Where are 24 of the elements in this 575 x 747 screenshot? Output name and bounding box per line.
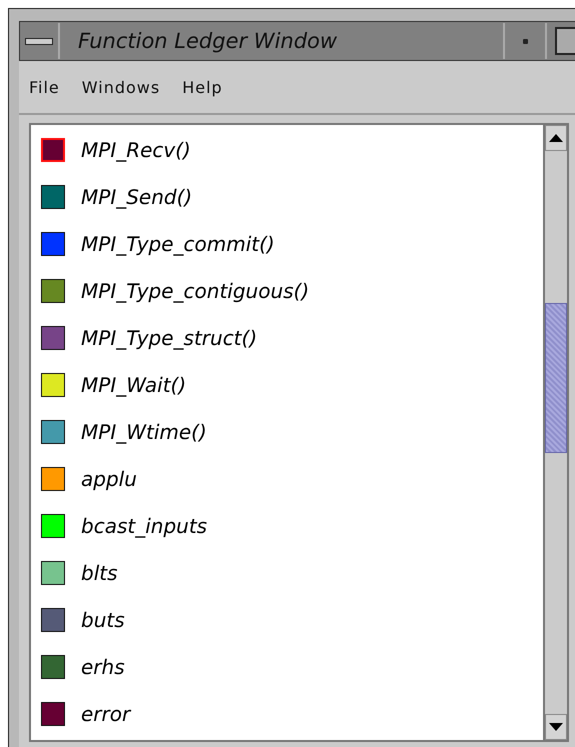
up-arrow-icon (549, 134, 563, 142)
function-item[interactable]: MPI_Type_contiguous() (41, 278, 543, 304)
function-item[interactable]: MPI_Send() (41, 184, 543, 210)
menu-item[interactable]: File (29, 78, 60, 96)
scroll-down-button[interactable] (545, 714, 567, 740)
function-item[interactable]: MPI_Recv() (41, 137, 543, 163)
scrollbar[interactable] (543, 125, 567, 740)
function-item[interactable]: erhs (41, 654, 543, 680)
function-item[interactable]: error (41, 701, 543, 727)
function-item[interactable]: MPI_Wtime() (41, 419, 543, 445)
window-title: Function Ledger Window (77, 29, 338, 53)
function-item[interactable]: buts (41, 607, 543, 633)
function-item[interactable]: MPI_Wait() (41, 372, 543, 398)
function-item[interactable]: applu (41, 466, 543, 492)
maximize-button[interactable] (545, 23, 575, 59)
scroll-thumb[interactable] (545, 303, 567, 453)
down-arrow-icon (549, 723, 563, 731)
scroll-up-button[interactable] (545, 125, 567, 151)
function-item[interactable]: MPI_Type_struct() (41, 325, 543, 351)
function-item[interactable]: blts (41, 560, 543, 586)
menu-item[interactable]: Windows (82, 78, 160, 96)
menu-item[interactable]: Help (182, 78, 223, 96)
function-item[interactable]: MPI_Type_commit() (41, 231, 543, 257)
function-item[interactable]: bcast_inputs (41, 513, 543, 539)
